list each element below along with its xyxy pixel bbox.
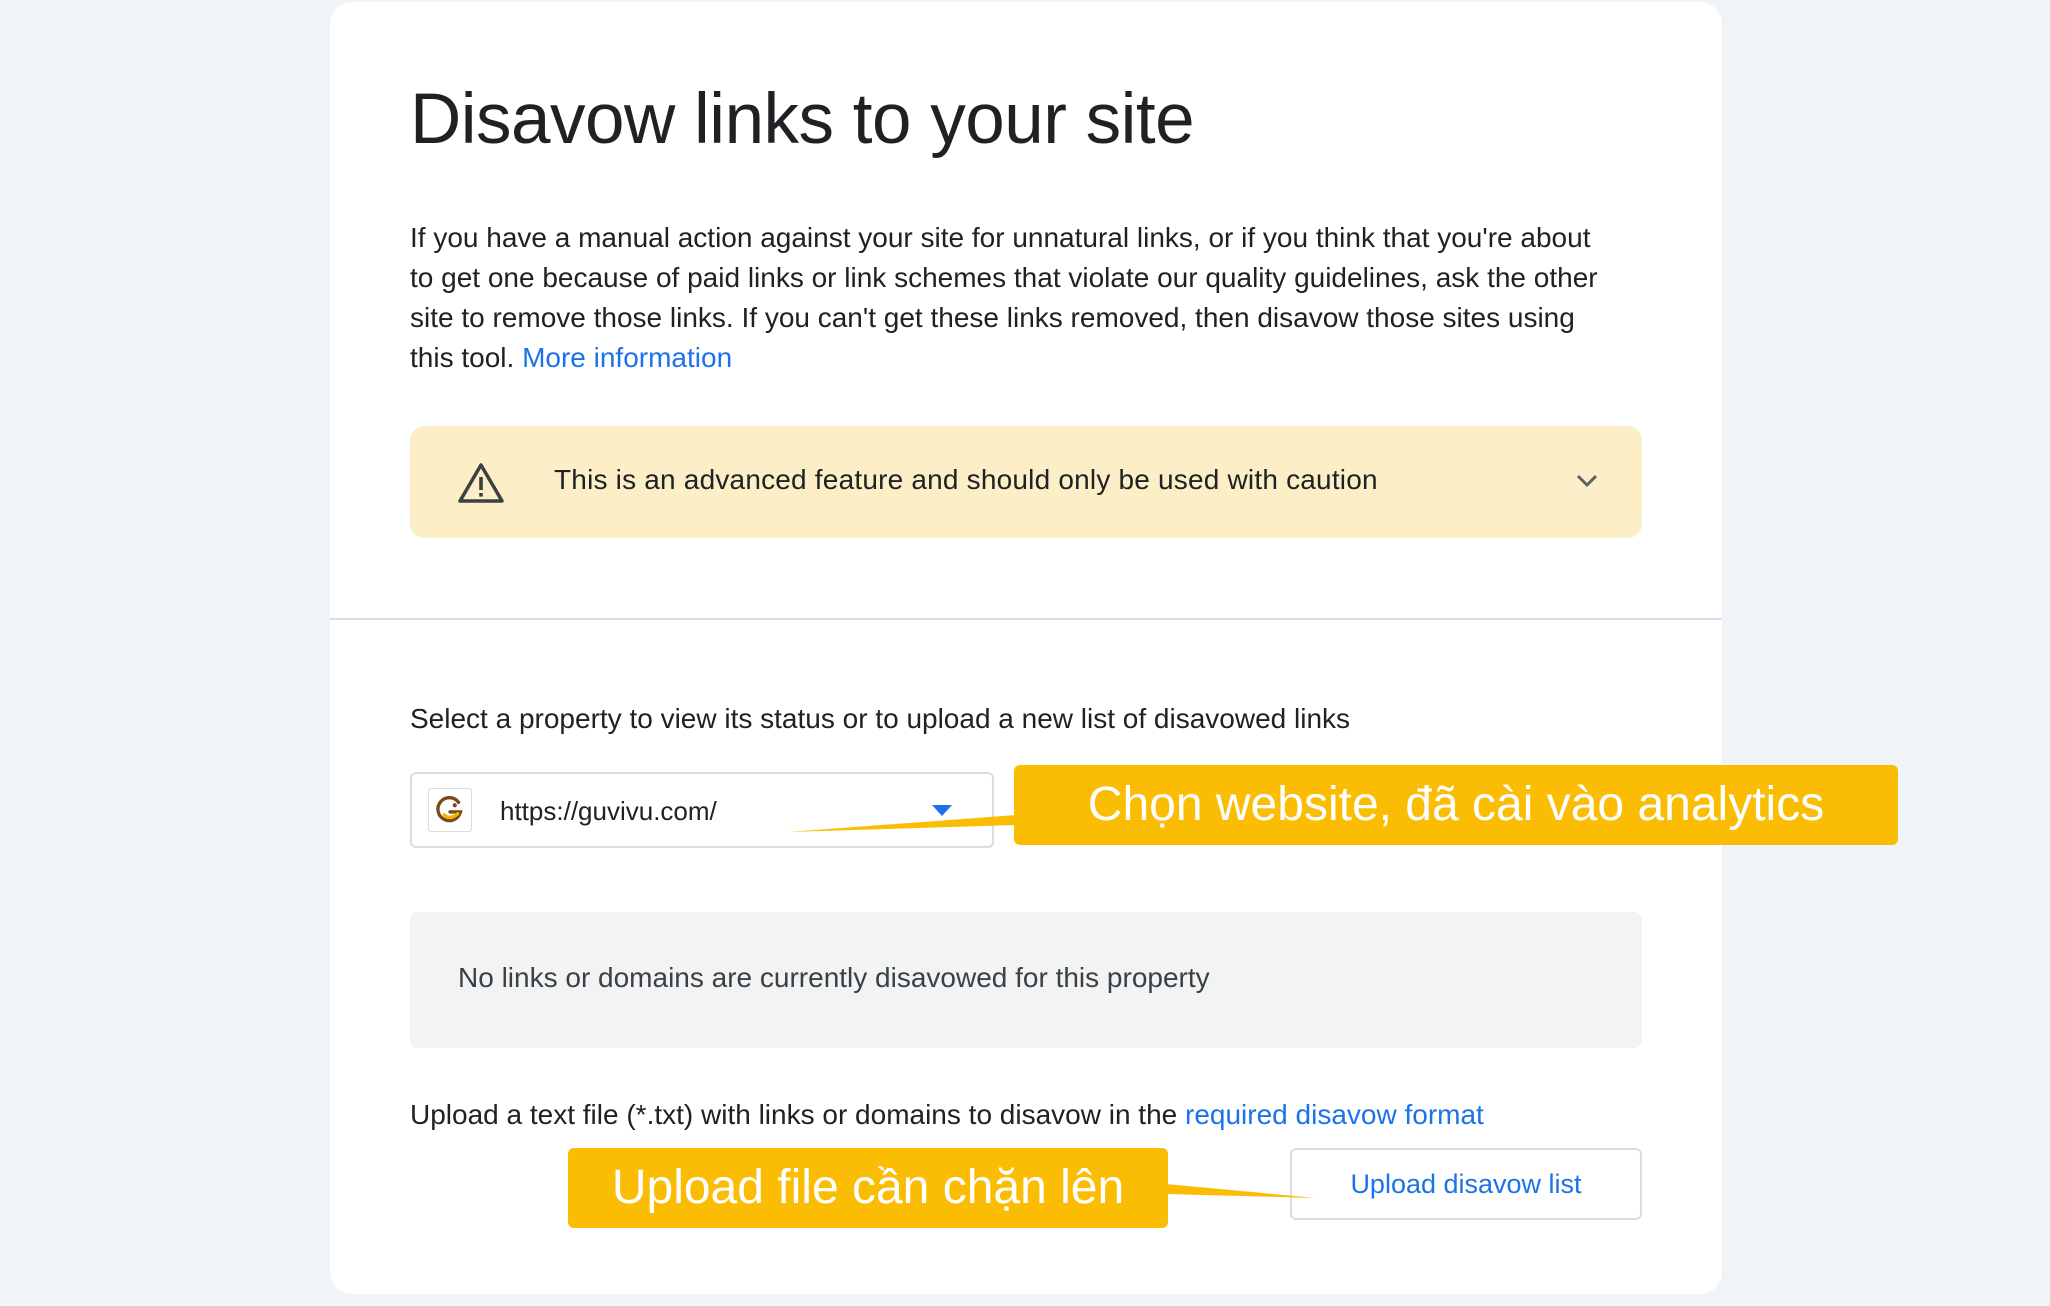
status-text: No links or domains are currently disavo…: [458, 962, 1210, 993]
main-card: Disavow links to your site If you have a…: [330, 2, 1722, 1294]
upload-info-text: Upload a text file (*.txt) with links or…: [410, 1099, 1178, 1130]
section-divider: [330, 618, 1722, 620]
property-select-label: Select a property to view its status or …: [410, 703, 1351, 734]
intro-paragraph: If you have a manual action against your…: [410, 218, 1610, 378]
dropdown-arrow-icon[interactable]: [932, 805, 952, 816]
disavow-status-box: No links or domains are currently disavo…: [410, 912, 1642, 1048]
caution-banner[interactable]: This is an advanced feature and should o…: [410, 426, 1642, 538]
site-favicon-icon: [428, 788, 472, 832]
required-format-link[interactable]: required disavow format: [1185, 1099, 1484, 1130]
page-title: Disavow links to your site: [410, 80, 1195, 159]
upload-disavow-list-button[interactable]: Upload disavow list: [1290, 1148, 1642, 1220]
select-website-callout: Chọn website, đã cài vào analytics: [1014, 765, 1898, 845]
warning-triangle-icon: [458, 463, 504, 503]
selected-property: https://guvivu.com/: [500, 796, 717, 826]
upload-file-callout: Upload file cần chặn lên: [568, 1148, 1168, 1228]
upload-info: Upload a text file (*.txt) with links or…: [410, 1099, 1484, 1131]
caution-text: This is an advanced feature and should o…: [554, 464, 1378, 495]
property-dropdown[interactable]: https://guvivu.com/: [410, 772, 994, 848]
more-information-link[interactable]: More information: [522, 342, 732, 373]
chevron-down-icon[interactable]: [1572, 466, 1602, 496]
